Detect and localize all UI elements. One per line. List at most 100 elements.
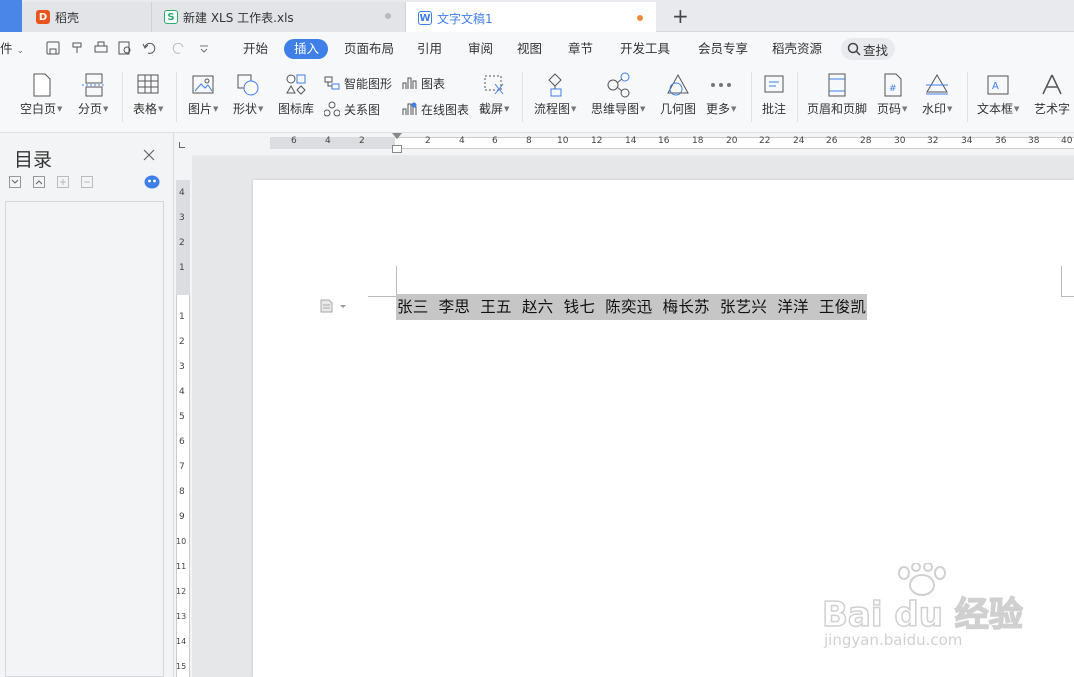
picture-button[interactable]: 图片 ▼ — [188, 72, 218, 117]
close-dot-icon[interactable] — [385, 13, 391, 19]
online-chart-button[interactable]: 在线图表 — [401, 100, 469, 118]
horizontal-ruler[interactable]: 6 4 2 2 4 6 8 10 12 14 16 18 20 22 24 26… — [174, 133, 1074, 155]
add-icon[interactable] — [57, 176, 69, 188]
ruler-number: 8 — [179, 487, 185, 497]
more-button[interactable]: 更多 ▼ — [706, 72, 736, 117]
menu-insert[interactable]: 插入 — [294, 40, 319, 58]
tab-writer[interactable]: W 文字文稿1 — [406, 2, 656, 32]
menu-chapter[interactable]: 章节 — [568, 40, 593, 58]
menu-docer-resources[interactable]: 稻壳资源 — [772, 40, 822, 58]
collapse-up-icon[interactable] — [33, 176, 45, 188]
search-label: 查找 — [863, 42, 889, 58]
relation-chart-icon — [324, 101, 340, 117]
toc-sidebar: 目录 — [0, 133, 174, 677]
remove-icon[interactable] — [81, 176, 93, 188]
tab-label: 稻壳 — [55, 10, 80, 25]
ruler-number: 22 — [759, 136, 771, 146]
print-icon[interactable] — [94, 41, 108, 55]
margin-corner-mark — [1061, 266, 1062, 296]
table-button[interactable]: 表格 ▼ — [133, 72, 163, 117]
left-indent-marker[interactable] — [392, 145, 402, 153]
unsaved-dot-icon[interactable] — [637, 15, 643, 21]
wordart-icon — [1042, 74, 1062, 95]
smart-art-button[interactable]: 智能图形 — [324, 74, 392, 92]
page-break-icon — [82, 73, 107, 97]
tab-spreadsheet[interactable]: S 新建 XLS 工作表.xls — [152, 2, 406, 32]
label: 水印 — [922, 102, 947, 116]
ruler-number: 8 — [526, 136, 532, 146]
close-icon[interactable] — [143, 149, 155, 161]
ruler-number: 3 — [179, 362, 185, 372]
menu-home[interactable]: 开始 — [243, 40, 268, 58]
mindmap-button[interactable]: 思维导图 ▼ — [591, 72, 645, 117]
smart-toc-icon[interactable] — [144, 175, 160, 189]
watermark-button[interactable]: 水印 ▼ — [922, 72, 952, 117]
ruler-number: 18 — [692, 136, 704, 146]
page-break-button[interactable]: 分页 ▼ — [78, 72, 108, 117]
divider — [797, 72, 798, 122]
ruler-number: 14 — [176, 637, 187, 646]
tab-stop-icon[interactable] — [179, 142, 185, 148]
search-button[interactable]: 查找 — [841, 38, 895, 60]
svg-text:#: # — [889, 84, 897, 94]
quick-access-toolbar — [46, 41, 210, 55]
header-footer-button[interactable]: 页眉和页脚 — [807, 72, 867, 117]
label: 更多 — [706, 102, 731, 116]
menu-references[interactable]: 引用 — [417, 40, 442, 58]
screenshot-button[interactable]: 截屏 ▼ — [479, 72, 509, 117]
page-number-button[interactable]: # 页码 ▼ — [877, 72, 907, 117]
ruler-number: 6 — [291, 136, 297, 146]
geometry-button[interactable]: 几何图 — [660, 72, 696, 117]
new-tab-button[interactable]: + — [672, 4, 689, 28]
customize-dropdown-icon[interactable] — [198, 41, 210, 55]
ruler-number: 2 — [425, 136, 431, 146]
wordart-button[interactable]: 艺术字 — [1034, 72, 1070, 117]
divider — [967, 72, 968, 122]
save-icon[interactable] — [46, 41, 60, 55]
tab-docer[interactable]: D 稻壳 — [22, 2, 152, 32]
first-line-indent-marker[interactable] — [392, 133, 402, 139]
ruler-number: 10 — [557, 136, 569, 146]
expand-down-icon[interactable] — [9, 176, 21, 188]
menu-developer[interactable]: 开发工具 — [620, 40, 670, 58]
textbox-button[interactable]: A 文本框 ▼ — [977, 72, 1019, 117]
ruler-number: 34 — [961, 136, 973, 146]
file-menu[interactable]: 件 ⌄ — [0, 40, 24, 58]
menu-page-layout[interactable]: 页面布局 — [344, 40, 394, 58]
redo-icon[interactable] — [170, 41, 188, 55]
document-text-line[interactable]: 张三 李思 王五 赵六 钱七 陈奕迅 梅长苏 张艺兴 洋洋 王俊凯 — [396, 294, 868, 320]
paragraph-handle-icon[interactable] — [320, 299, 348, 313]
menu-review[interactable]: 审阅 — [468, 40, 493, 58]
comment-button[interactable]: 批注 — [761, 72, 787, 117]
ruler-number: 26 — [826, 136, 838, 146]
label: 图标库 — [278, 102, 315, 116]
print-preview-icon[interactable] — [118, 41, 132, 55]
menu-member[interactable]: 会员专享 — [698, 40, 748, 58]
format-painter-icon[interactable] — [70, 41, 84, 55]
margin-corner-mark — [396, 266, 397, 296]
app-menu-strip[interactable] — [0, 0, 22, 32]
label: 页眉和页脚 — [807, 102, 868, 116]
document-page[interactable]: 张三 李思 王五 赵六 钱七 陈奕迅 梅长苏 张艺兴 洋洋 王俊凯 — [253, 180, 1074, 677]
chart-button[interactable]: 图表 — [401, 74, 445, 92]
flowchart-button[interactable]: 流程图 ▼ — [534, 72, 576, 117]
ruler-number: 38 — [1028, 136, 1040, 146]
menu-view[interactable]: 视图 — [517, 40, 542, 58]
ruler-number: 3 — [179, 213, 185, 223]
divider — [122, 72, 123, 122]
blank-page-button[interactable]: 空白页 ▼ — [20, 72, 62, 117]
toc-list-area[interactable] — [5, 201, 164, 677]
flowchart-icon — [548, 73, 562, 97]
page-number-icon: # — [884, 73, 902, 97]
undo-icon[interactable] — [142, 41, 160, 55]
label: 艺术字 — [1034, 102, 1071, 116]
shape-button[interactable]: 形状 ▼ — [233, 72, 263, 117]
label: 几何图 — [660, 102, 697, 116]
icon-library-button[interactable]: 图标库 — [278, 72, 314, 117]
vertical-ruler[interactable]: 4 3 2 1 1 2 3 4 5 6 7 8 9 10 11 12 13 14… — [174, 155, 192, 677]
ruler-number: 6 — [179, 437, 185, 447]
ruler-number: 16 — [658, 136, 670, 146]
header-footer-icon — [828, 73, 846, 97]
chart-icon — [402, 77, 417, 89]
relation-chart-button[interactable]: 关系图 — [324, 100, 380, 118]
